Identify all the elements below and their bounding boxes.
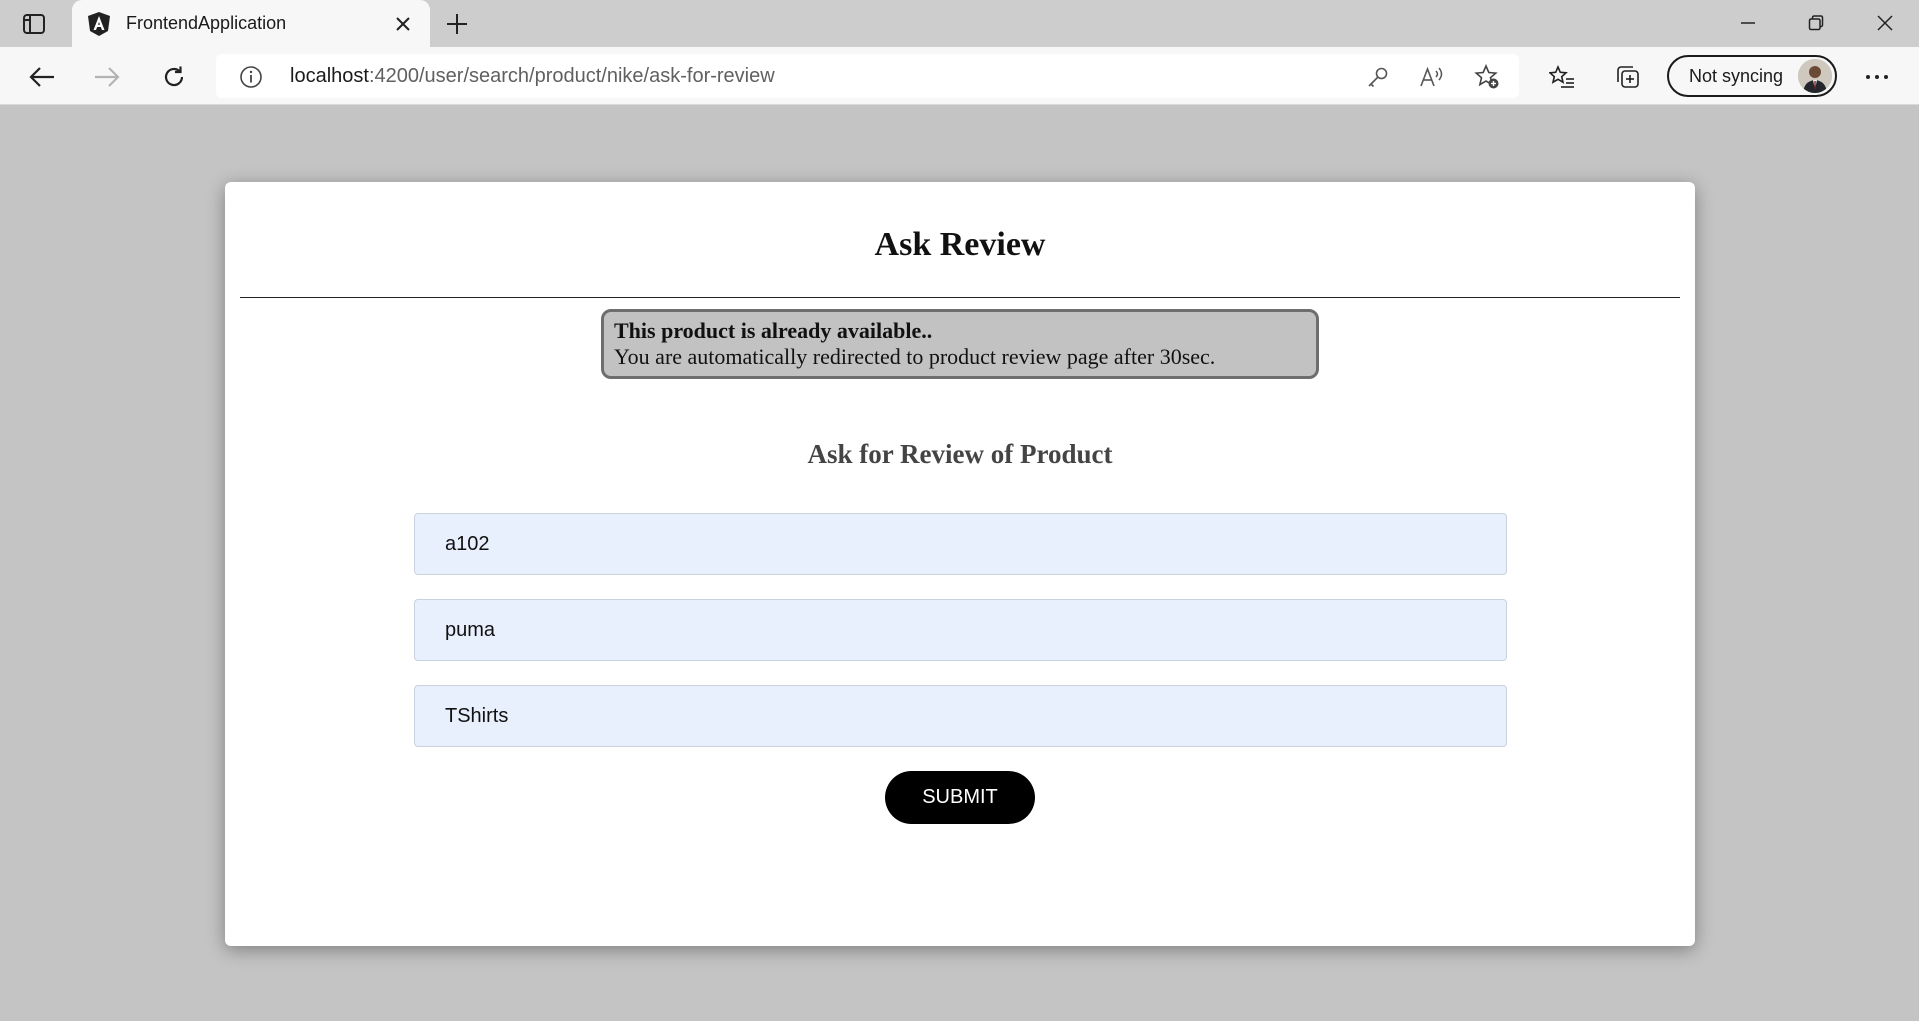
title-divider [240, 297, 1680, 298]
ask-review-card: Ask Review This product is already avail… [225, 182, 1695, 946]
favorites-icon[interactable] [1545, 60, 1579, 94]
address-bar[interactable]: localhost:4200/user/search/product/nike/… [216, 54, 1519, 98]
form-title: Ask for Review of Product [807, 439, 1113, 469]
forward-arrow-icon [90, 60, 124, 94]
key-icon[interactable] [1364, 63, 1392, 91]
product-id-field[interactable] [414, 513, 1507, 575]
tab-title: FrontendApplication [126, 13, 287, 33]
close-icon[interactable] [390, 11, 416, 37]
angular-icon [86, 11, 112, 37]
reload-icon[interactable] [157, 60, 191, 94]
category-field[interactable] [414, 685, 1507, 747]
info-icon[interactable] [238, 64, 264, 90]
profile-button[interactable]: Not syncing [1667, 55, 1837, 97]
submit-button[interactable]: SUBMIT [885, 771, 1035, 824]
alert-title: This product is already available.. [614, 318, 933, 343]
url-path: :4200/user/search/product/nike/ask-for-r… [368, 65, 775, 87]
collections-icon[interactable] [1611, 60, 1645, 94]
tab-actions-icon[interactable] [20, 11, 48, 37]
back-arrow-icon[interactable] [25, 60, 59, 94]
more-options-icon[interactable] [1860, 60, 1894, 94]
brand-field[interactable] [414, 599, 1507, 661]
url-host: localhost [290, 65, 369, 87]
alert-message: You are automatically redirected to prod… [614, 344, 1216, 369]
add-favorite-icon[interactable] [1473, 63, 1501, 91]
window-close-icon[interactable] [1862, 8, 1908, 38]
tab-strip: FrontendApplication [0, 0, 1919, 47]
browser-tab[interactable]: FrontendApplication [72, 0, 430, 47]
page-title: Ask Review [874, 226, 1046, 263]
restore-icon[interactable] [1793, 8, 1839, 38]
profile-label: Not syncing [1689, 65, 1784, 86]
alert-box: This product is already available.. You … [601, 309, 1319, 379]
avatar [1798, 59, 1832, 93]
browser-toolbar: localhost:4200/user/search/product/nike/… [0, 47, 1919, 105]
minimize-icon[interactable] [1725, 8, 1771, 38]
url-text[interactable]: localhost:4200/user/search/product/nike/… [290, 65, 775, 88]
new-tab-icon[interactable] [440, 10, 474, 38]
read-aloud-icon[interactable] [1418, 63, 1446, 91]
